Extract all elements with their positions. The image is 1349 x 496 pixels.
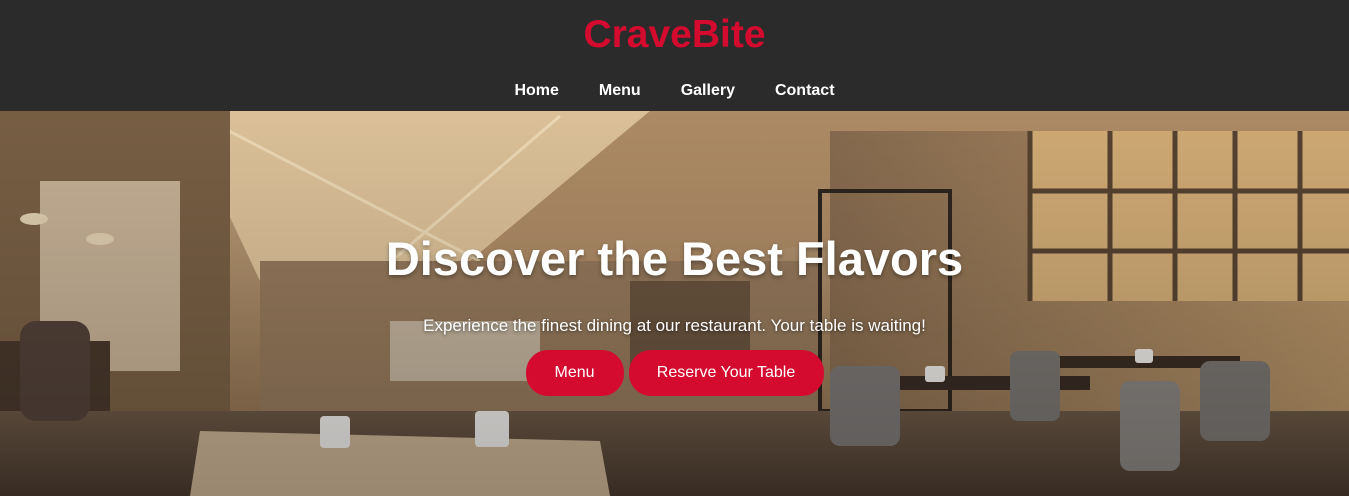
main-nav: Home Menu Gallery Contact <box>0 80 1349 102</box>
nav-link-contact[interactable]: Contact <box>775 80 835 102</box>
menu-button[interactable]: Menu <box>525 350 624 396</box>
reserve-table-button[interactable]: Reserve Your Table <box>628 350 824 396</box>
hero-actions: Menu Reserve Your Table <box>0 350 1349 396</box>
nav-link-gallery[interactable]: Gallery <box>681 80 735 102</box>
nav-link-home[interactable]: Home <box>514 80 558 102</box>
brand-logo[interactable]: CraveBite <box>0 13 1349 57</box>
nav-link-menu[interactable]: Menu <box>599 80 641 102</box>
hero-background-image <box>0 111 1349 496</box>
hero-section: Discover the Best Flavors Experience the… <box>0 111 1349 496</box>
hero-subtitle: Experience the finest dining at our rest… <box>423 316 926 335</box>
hero-title: Discover the Best Flavors <box>385 232 964 285</box>
site-header: CraveBite Home Menu Gallery Contact <box>0 0 1349 111</box>
